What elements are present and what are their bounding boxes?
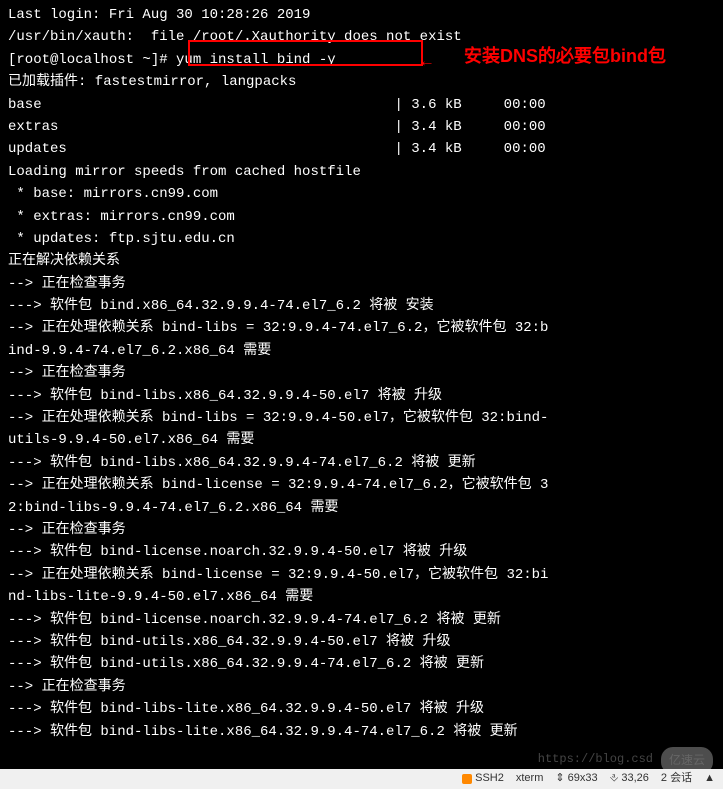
- status-ssh: SSH2: [462, 770, 504, 788]
- terminal-line: utils-9.9.4-50.el7.x86_64 需要: [8, 429, 715, 451]
- terminal-line: Loading mirror speeds from cached hostfi…: [8, 161, 715, 183]
- pos-icon: ⎀: [610, 770, 619, 788]
- terminal-line: --> 正在处理依赖关系 bind-license = 32:9.9.4-74.…: [8, 474, 715, 496]
- terminal-line: --> 正在检查事务: [8, 676, 715, 698]
- terminal-line: --> 正在检查事务: [8, 273, 715, 295]
- terminal-line: ind-9.9.4-74.el7_6.2.x86_64 需要: [8, 340, 715, 362]
- watermark-text: https://blog.csd: [538, 750, 653, 769]
- annotation-text: 安装DNS的必要包bind包: [464, 42, 666, 71]
- status-bar: SSH2 xterm ⇕ 69x33 ⎀ 33,26 2 会话 ▲: [0, 769, 723, 789]
- terminal-line: nd-libs-lite-9.9.4-50.el7.x86_64 需要: [8, 586, 715, 608]
- term-label: xterm: [516, 770, 544, 788]
- annotation-arrow: ←: [422, 50, 432, 76]
- terminal-line: ---> 软件包 bind-license.noarch.32.9.9.4-50…: [8, 541, 715, 563]
- terminal-line: base | 3.6 kB 00:00: [8, 94, 715, 116]
- terminal-line: ---> 软件包 bind-libs-lite.x86_64.32.9.9.4-…: [8, 698, 715, 720]
- status-caps: ▲: [704, 770, 715, 788]
- terminal-line: ---> 软件包 bind.x86_64.32.9.9.4-74.el7_6.2…: [8, 295, 715, 317]
- status-pos: ⎀ 33,26: [610, 770, 649, 788]
- terminal-line: ---> 软件包 bind-libs-lite.x86_64.32.9.9.4-…: [8, 721, 715, 743]
- terminal-line: ---> 软件包 bind-libs.x86_64.32.9.9.4-74.el…: [8, 452, 715, 474]
- terminal-line: --> 正在处理依赖关系 bind-libs = 32:9.9.4-74.el7…: [8, 317, 715, 339]
- terminal-line: Last login: Fri Aug 30 10:28:26 2019: [8, 4, 715, 26]
- status-size: ⇕ 69x33: [555, 770, 597, 788]
- terminal-line: 正在解决依赖关系: [8, 250, 715, 272]
- terminal-line: ---> 软件包 bind-utils.x86_64.32.9.9.4-50.e…: [8, 631, 715, 653]
- terminal-line: ---> 软件包 bind-license.noarch.32.9.9.4-74…: [8, 609, 715, 631]
- ssh-label: SSH2: [475, 770, 504, 788]
- terminal-line: * updates: ftp.sjtu.edu.cn: [8, 228, 715, 250]
- terminal-line: * extras: mirrors.cn99.com: [8, 206, 715, 228]
- size-icon: ⇕: [555, 770, 564, 788]
- terminal-output[interactable]: Last login: Fri Aug 30 10:28:26 2019/usr…: [0, 0, 723, 747]
- terminal-line: 2:bind-libs-9.9.4-74.el7_6.2.x86_64 需要: [8, 497, 715, 519]
- sessions-label: 2 会话: [661, 770, 692, 788]
- terminal-line: 已加载插件: fastestmirror, langpacks: [8, 71, 715, 93]
- pos-label: 33,26: [621, 770, 649, 788]
- status-sessions: 2 会话: [661, 770, 692, 788]
- terminal-line: --> 正在处理依赖关系 bind-license = 32:9.9.4-50.…: [8, 564, 715, 586]
- terminal-line: updates | 3.4 kB 00:00: [8, 138, 715, 160]
- terminal-line: extras | 3.4 kB 00:00: [8, 116, 715, 138]
- size-label: 69x33: [568, 770, 598, 788]
- terminal-line: * base: mirrors.cn99.com: [8, 183, 715, 205]
- terminal-line: --> 正在检查事务: [8, 519, 715, 541]
- status-term: xterm: [516, 770, 544, 788]
- terminal-line: --> 正在检查事务: [8, 362, 715, 384]
- ssh-icon: [462, 774, 472, 784]
- terminal-line: --> 正在处理依赖关系 bind-libs = 32:9.9.4-50.el7…: [8, 407, 715, 429]
- terminal-line: ---> 软件包 bind-libs.x86_64.32.9.9.4-50.el…: [8, 385, 715, 407]
- terminal-line: ---> 软件包 bind-utils.x86_64.32.9.9.4-74.e…: [8, 653, 715, 675]
